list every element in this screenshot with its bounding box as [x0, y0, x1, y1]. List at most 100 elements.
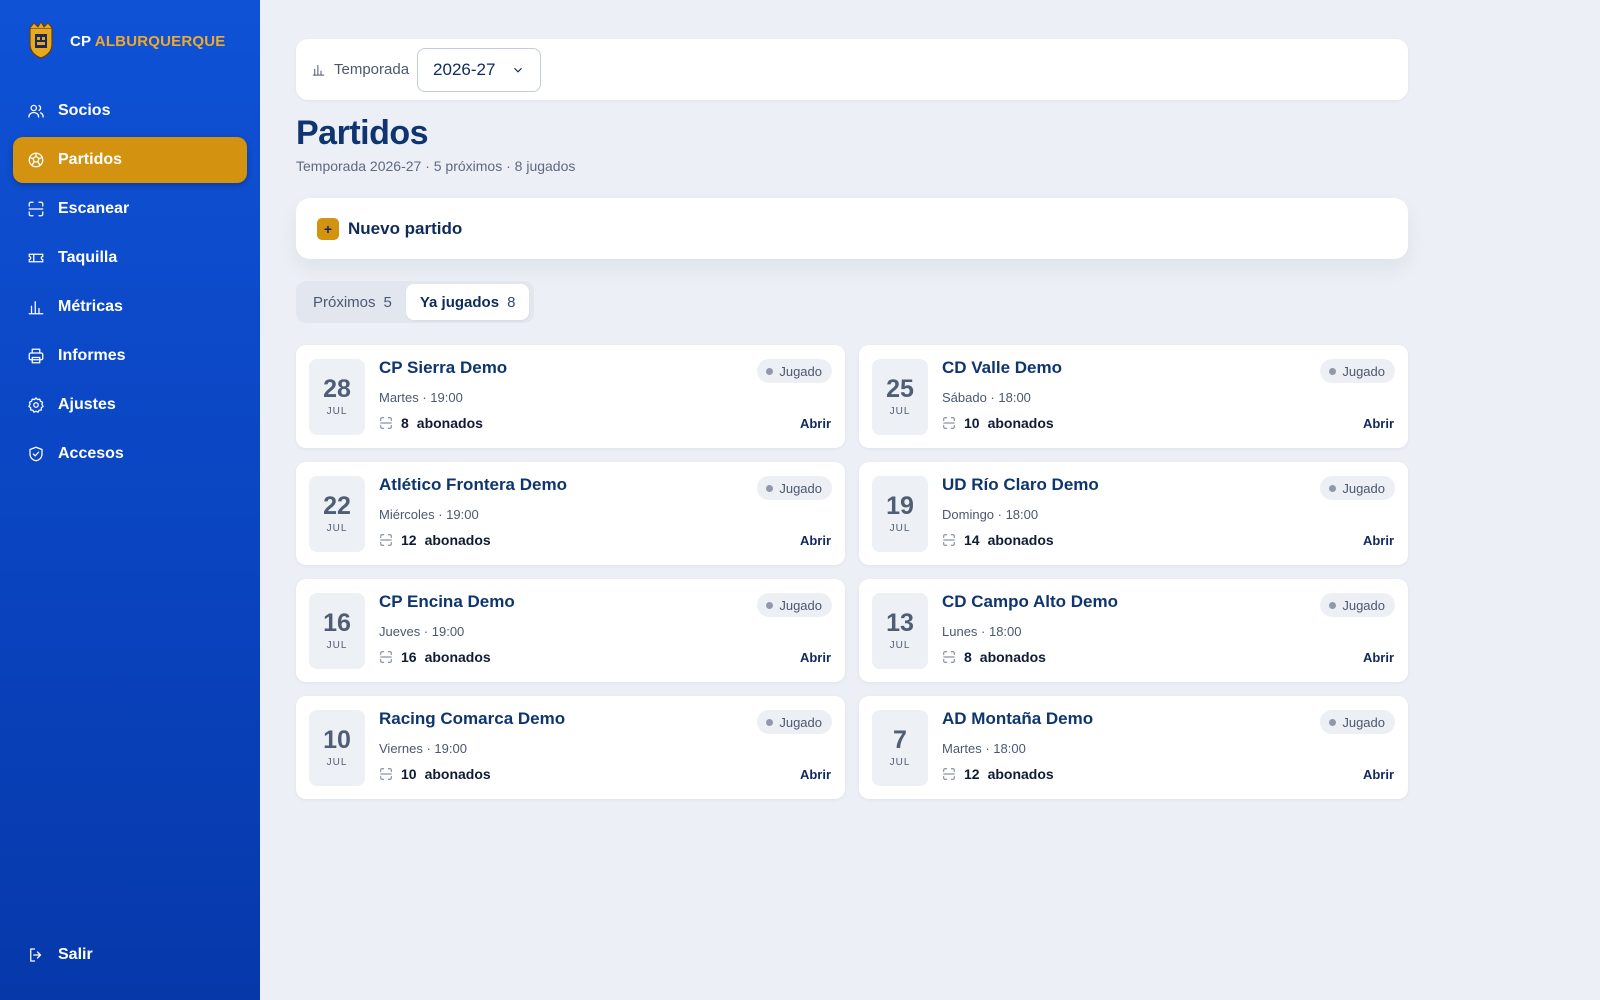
sidebar-item-label: Taquilla: [58, 249, 118, 266]
page-subtitle: Temporada 2026-27 · 5 próximos · 8 jugad…: [296, 158, 576, 174]
status-label: Jugado: [779, 480, 822, 496]
match-subscribers: 10 abonados: [379, 766, 491, 782]
open-match-link[interactable]: Abrir: [800, 767, 831, 782]
sidebar: CP ALBURQUERQUE Socios Partidos Escanear: [0, 0, 260, 1000]
subscribers-count: 8: [964, 649, 972, 665]
sidebar-item-label: Ajustes: [58, 396, 116, 413]
match-month: JUL: [889, 757, 911, 768]
open-match-link[interactable]: Abrir: [800, 533, 831, 548]
sidebar-item-metricas[interactable]: Métricas: [13, 284, 247, 330]
scan-icon: [943, 417, 955, 429]
status-label: Jugado: [1342, 597, 1385, 613]
match-subscribers: 16 abonados: [379, 649, 491, 665]
tab-count: 8: [507, 293, 516, 311]
status-dot-icon: [766, 718, 774, 726]
status-label: Jugado: [1342, 714, 1385, 730]
status-badge: Jugado: [1320, 593, 1395, 617]
logout-label: Salir: [58, 946, 93, 963]
match-card[interactable]: 16 JUL CP Encina Demo Jueves · 19:00 16 …: [296, 579, 845, 682]
users-icon: [27, 102, 45, 120]
sidebar-item-socios[interactable]: Socios: [13, 88, 247, 134]
brand-name: CP ALBURQUERQUE: [70, 33, 226, 50]
match-time: Domingo · 18:00: [942, 507, 1039, 522]
match-time: Lunes · 18:00: [942, 624, 1022, 639]
match-card[interactable]: 19 JUL UD Río Claro Demo Domingo · 18:00…: [859, 462, 1408, 565]
tab-proximos[interactable]: Próximos 5: [299, 284, 406, 320]
sidebar-item-informes[interactable]: Informes: [13, 333, 247, 379]
match-month: JUL: [889, 406, 911, 417]
open-match-link[interactable]: Abrir: [1363, 533, 1394, 548]
status-dot-icon: [766, 484, 774, 492]
open-match-link[interactable]: Abrir: [1363, 416, 1394, 431]
match-subscribers: 8 abonados: [379, 415, 483, 431]
match-card[interactable]: 13 JUL CD Campo Alto Demo Lunes · 18:00 …: [859, 579, 1408, 682]
sidebar-item-label: Métricas: [58, 298, 123, 315]
season-bar: Temporada 2026-27: [296, 39, 1408, 100]
season-select[interactable]: 2026-27: [417, 47, 542, 92]
status-label: Jugado: [779, 363, 822, 379]
match-day: 22: [323, 492, 351, 520]
sidebar-item-taquilla[interactable]: Taquilla: [13, 235, 247, 281]
match-card[interactable]: 22 JUL Atlético Frontera Demo Miércoles …: [296, 462, 845, 565]
match-time: Viernes · 19:00: [379, 741, 467, 756]
open-match-link[interactable]: Abrir: [800, 650, 831, 665]
match-tabs: Próximos 5 Ya jugados 8: [296, 281, 534, 323]
subscribers-label: abonados: [979, 649, 1046, 665]
match-subscribers: 8 abonados: [942, 649, 1046, 665]
match-date: 16 JUL: [309, 593, 365, 669]
open-match-link[interactable]: Abrir: [800, 416, 831, 431]
new-match-button[interactable]: + Nuevo partido: [296, 198, 1408, 259]
scan-icon: [27, 200, 45, 218]
match-card[interactable]: 25 JUL CD Valle Demo Sábado · 18:00 10 a…: [859, 345, 1408, 448]
match-subscribers: 12 abonados: [942, 766, 1054, 782]
brand[interactable]: CP ALBURQUERQUE: [26, 22, 226, 60]
sidebar-item-label: Accesos: [58, 445, 124, 462]
status-dot-icon: [1329, 601, 1337, 609]
sidebar-item-partidos[interactable]: Partidos: [13, 137, 247, 183]
season-select-value: 2026-27: [433, 59, 496, 79]
subscribers-count: 14: [964, 532, 980, 548]
printer-icon: [27, 347, 45, 365]
open-match-link[interactable]: Abrir: [1363, 767, 1394, 782]
status-dot-icon: [766, 367, 774, 375]
match-date: 10 JUL: [309, 710, 365, 786]
soccer-ball-icon: [27, 151, 45, 169]
sidebar-item-accesos[interactable]: Accesos: [13, 431, 247, 477]
status-label: Jugado: [1342, 480, 1385, 496]
match-date: 22 JUL: [309, 476, 365, 552]
gear-icon: [27, 396, 45, 414]
subscribers-label: abonados: [424, 766, 491, 782]
scan-icon: [380, 534, 392, 546]
sidebar-item-escanear[interactable]: Escanear: [13, 186, 247, 232]
match-month: JUL: [326, 757, 348, 768]
match-time: Martes · 19:00: [379, 390, 463, 405]
brand-town: ALBURQUERQUE: [94, 32, 226, 50]
tab-label: Próximos: [313, 293, 376, 311]
match-day: 13: [886, 609, 914, 637]
scan-icon: [943, 534, 955, 546]
match-day: 10: [323, 726, 351, 754]
sidebar-nav: Socios Partidos Escanear Taquilla Métric…: [13, 88, 247, 480]
match-time: Miércoles · 19:00: [379, 507, 479, 522]
tab-ya-jugados[interactable]: Ya jugados 8: [405, 284, 530, 320]
status-badge: Jugado: [757, 476, 832, 500]
subscribers-count: 10: [964, 415, 980, 431]
sidebar-item-label: Socios: [58, 102, 111, 119]
match-month: JUL: [889, 523, 911, 534]
match-card[interactable]: 10 JUL Racing Comarca Demo Viernes · 19:…: [296, 696, 845, 799]
match-date: 25 JUL: [872, 359, 928, 435]
bar-chart-icon: [312, 65, 325, 76]
match-card[interactable]: 28 JUL CP Sierra Demo Martes · 19:00 8 a…: [296, 345, 845, 448]
season-label-text: Temporada: [334, 61, 410, 78]
status-badge: Jugado: [757, 710, 832, 734]
logout-button[interactable]: Salir: [27, 946, 93, 964]
match-day: 25: [886, 375, 914, 403]
sidebar-item-ajustes[interactable]: Ajustes: [13, 382, 247, 428]
match-name: UD Río Claro Demo: [942, 475, 1099, 494]
match-name: CP Sierra Demo: [379, 358, 508, 377]
status-badge: Jugado: [757, 593, 832, 617]
subscribers-count: 12: [401, 532, 417, 548]
club-crest-icon: [29, 22, 53, 59]
open-match-link[interactable]: Abrir: [1363, 650, 1394, 665]
match-card[interactable]: 7 JUL AD Montaña Demo Martes · 18:00 12 …: [859, 696, 1408, 799]
